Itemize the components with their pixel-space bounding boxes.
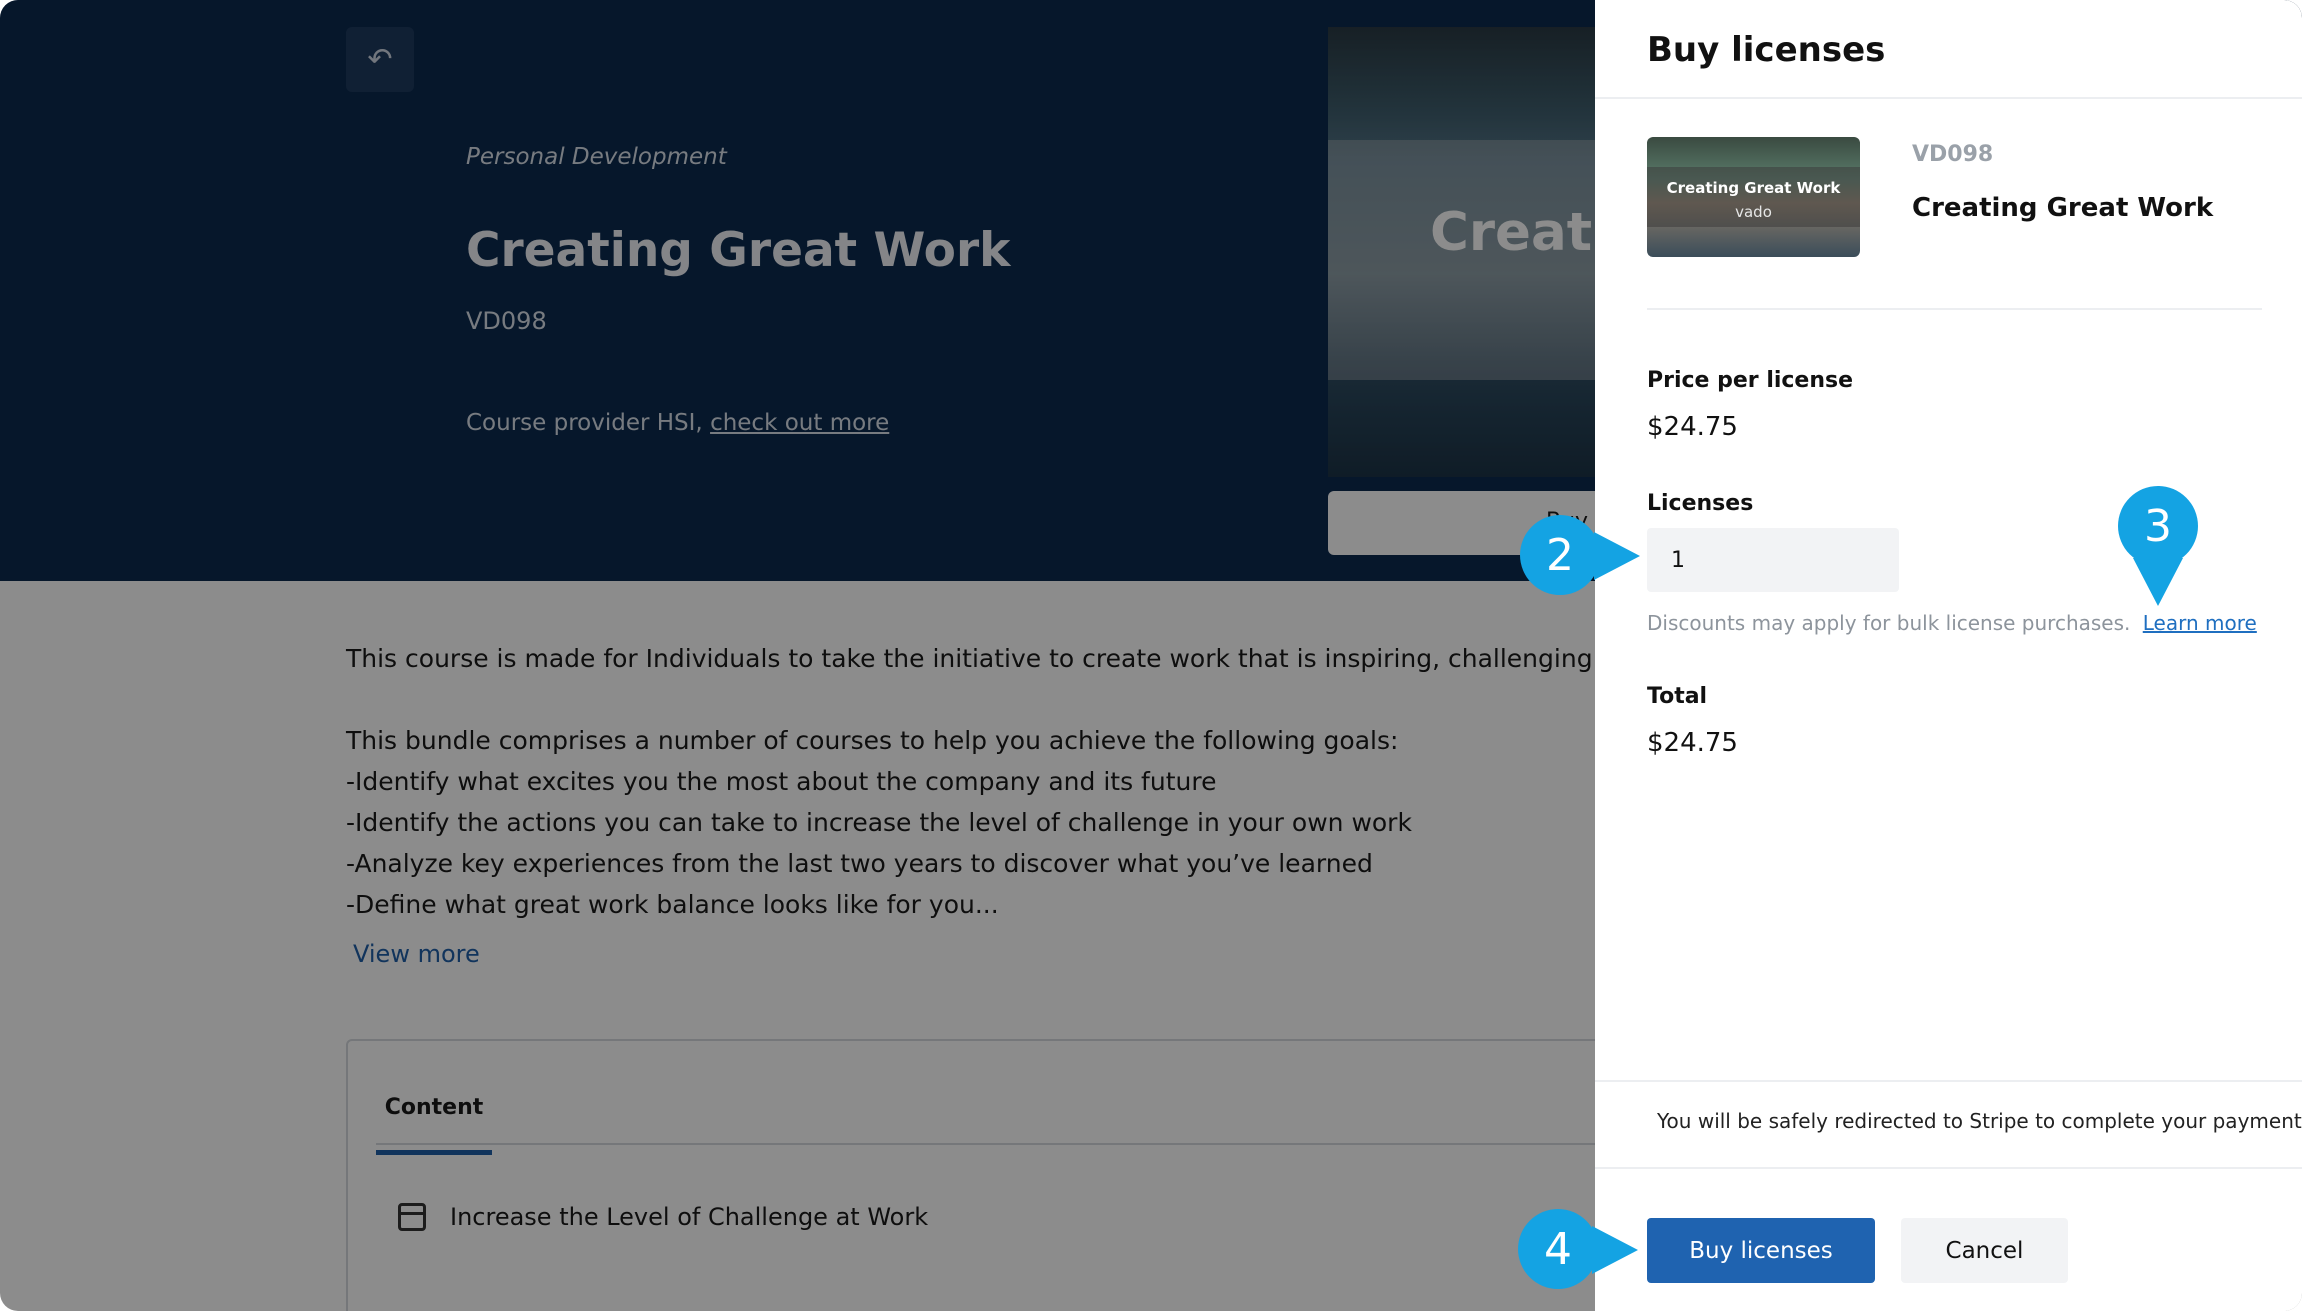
item-code: VD098	[1912, 142, 1994, 167]
learn-more-link[interactable]: Learn more	[2143, 611, 2257, 635]
price-label: Price per license	[1647, 368, 1854, 393]
thumbnail-title: Creating Great Work	[1666, 179, 1841, 197]
step-marker-4: 4	[1518, 1209, 1598, 1289]
step-marker-4-pointer	[1592, 1226, 1638, 1274]
price-value: $24.75	[1647, 412, 1738, 442]
step-marker-2-pointer	[1594, 532, 1640, 580]
buy-licenses-button[interactable]: Buy licenses	[1647, 1218, 1875, 1283]
divider	[1595, 1167, 2302, 1169]
licenses-label: Licenses	[1647, 491, 1754, 516]
divider	[1647, 308, 2262, 310]
step-marker-2: 2	[1520, 515, 1600, 595]
thumbnail-subtitle: vado	[1735, 203, 1772, 221]
step-marker-3: 3	[2118, 486, 2198, 566]
total-label: Total	[1647, 684, 1708, 709]
stripe-redirect-note: You will be safely redirected to Stripe …	[1657, 1109, 2302, 1133]
divider	[1595, 97, 2302, 99]
drawer-title: Buy licenses	[1647, 30, 1886, 70]
discount-note: Discounts may apply for bulk license pur…	[1647, 611, 2257, 635]
discount-text: Discounts may apply for bulk license pur…	[1647, 611, 2131, 635]
buy-licenses-drawer: Buy licenses Creating Great Work vado VD…	[1595, 0, 2302, 1311]
licenses-input[interactable]	[1647, 528, 1899, 592]
item-title: Creating Great Work	[1912, 193, 2214, 223]
item-thumbnail: Creating Great Work vado	[1647, 137, 1860, 257]
step-marker-3-pointer	[2133, 558, 2183, 606]
divider	[1595, 1080, 2302, 1082]
total-value: $24.75	[1647, 728, 1738, 758]
cancel-button[interactable]: Cancel	[1901, 1218, 2068, 1283]
